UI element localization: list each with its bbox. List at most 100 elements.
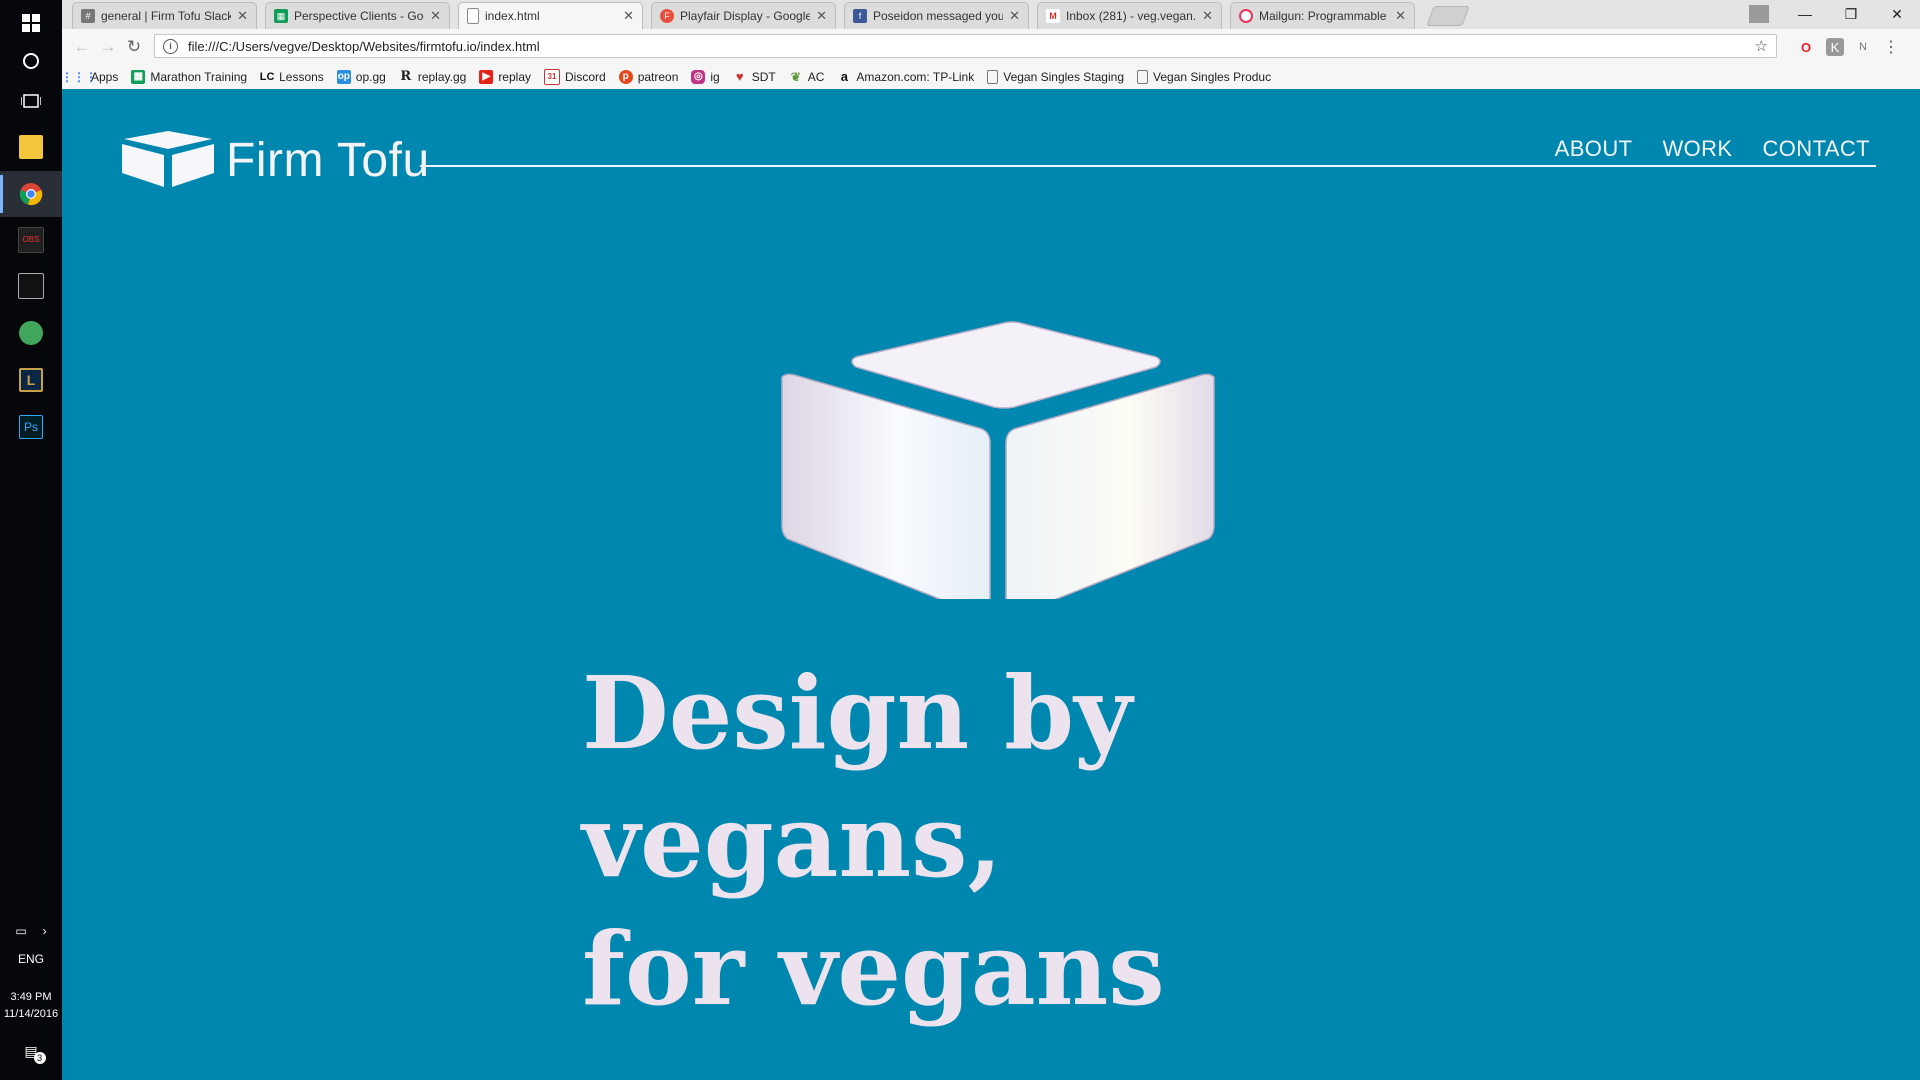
taskbar-photoshop[interactable]: Ps [0,404,62,450]
tab-mailgun[interactable]: Mailgun: Programmable ✕ [1230,2,1415,29]
bookmark-label: Vegan Singles Staging [1003,69,1124,84]
close-tab-icon[interactable]: ✕ [816,8,827,24]
info-icon[interactable]: i [163,38,178,54]
tab-gmail[interactable]: M Inbox (281) - veg.vegan. ✕ [1037,2,1222,29]
taskbar-terminal[interactable] [0,263,62,309]
minimize-button[interactable]: — [1782,0,1828,28]
taskbar-file-explorer[interactable] [0,124,62,170]
reload-icon: ↻ [126,37,142,56]
close-tab-icon[interactable]: ✕ [623,8,634,24]
restore-icon: ❐ [1844,5,1858,22]
close-tab-icon[interactable]: ✕ [1395,8,1406,24]
tray-language[interactable]: ENG [0,952,62,966]
tab-google-fonts[interactable]: F Playfair Display - Google ✕ [651,2,836,29]
bookmark-label: Vegan Singles Produc [1153,69,1272,84]
bookmark-amazon[interactable]: a Amazon.com: TP-Link [837,69,974,84]
bookmark-marathon-training[interactable]: ▦ Marathon Training [131,69,248,84]
webpage-content: Firm Tofu ABOUT WORK CONTACT Design by v… [62,89,1920,1080]
taskbar-league[interactable]: L [0,357,62,403]
arrow-right-icon: → [99,37,117,56]
bookmark-sdt[interactable]: ♥ SDT [733,69,776,84]
nav-contact-link[interactable]: CONTACT [1763,136,1871,162]
bookmark-label: Discord [565,69,606,84]
bookmark-replaygg[interactable]: R replay.gg [399,69,467,84]
close-tab-icon[interactable]: ✕ [1202,8,1213,24]
task-view-button[interactable] [0,78,62,124]
address-bar[interactable]: i file:///C:/Users/vegve/Desktop/Website… [154,34,1777,58]
taskbar-globe-app[interactable] [0,310,62,356]
page-icon [987,69,999,84]
tab-slack[interactable]: # general | Firm Tofu Slack ✕ [72,2,257,29]
new-tab-button[interactable] [1426,6,1470,26]
url-text: file:///C:/Users/vegve/Desktop/Websites/… [188,38,540,54]
bookmark-label: SDT [751,69,776,84]
tab-sheets[interactable]: ▦ Perspective Clients - Goo ✕ [265,2,450,29]
forward-button[interactable]: → [96,35,120,59]
tab-title: Inbox (281) - veg.vegan. [1066,9,1197,23]
tab-title: index.html [485,9,540,23]
windows-taskbar: OBS L Ps ▭ › ENG 3:49 PM 11/14/2016 ▤ 3 [0,0,62,1080]
reload-button[interactable]: ↻ [122,35,146,59]
star-bookmark-icon[interactable]: ☆ [1755,37,1768,55]
tray-date[interactable]: 11/14/2016 [0,1008,62,1020]
bookmark-patreon[interactable]: p patreon [618,69,678,84]
apps-grid-icon: ⋮⋮⋮ [61,69,97,84]
bookmark-opgg[interactable]: op op.gg [336,69,386,84]
arrow-left-icon: ← [73,37,91,56]
close-tab-icon[interactable]: ✕ [237,8,248,24]
nav-about-link[interactable]: ABOUT [1555,136,1633,162]
tray-icons: ▭ › [0,924,62,938]
sheets-icon: ▦ [131,69,146,84]
bookmarks-bar: ⋮⋮⋮ Apps ▦ Marathon Training LC Lessons … [61,64,1920,90]
hero-headline: Design by vegans, for vegans [582,649,1482,1033]
instagram-icon: ◎ [691,69,706,84]
bookmark-label: Lessons [279,69,324,84]
bookmark-ac[interactable]: ❦ AC [789,70,825,84]
action-center-button[interactable]: ▤ 3 [0,1043,62,1064]
mailgun-icon [1239,9,1253,23]
tab-facebook[interactable]: f Poseidon messaged you ✕ [844,2,1029,29]
close-window-button[interactable]: ✕ [1874,0,1920,28]
bookmark-ig[interactable]: ◎ ig [691,69,720,84]
profile-button[interactable] [1736,0,1782,28]
bookmark-replay[interactable]: ▶ replay [479,69,531,84]
windows-logo-icon [22,14,40,32]
replay-r-icon: R [400,69,412,84]
network-icon[interactable]: ▭ [15,924,26,938]
bookmark-discord[interactable]: 31 Discord [544,68,606,85]
obs-icon: OBS [18,227,44,253]
browser-toolbar: ← → ↻ i file:///C:/Users/vegve/Desktop/W… [62,29,1920,64]
site-brand[interactable]: Firm Tofu [226,133,430,188]
hero-headline-line-1: Design by vegans, [582,654,1133,900]
tab-title: Poseidon messaged you [873,9,1004,23]
cortana-circle-icon [23,53,39,69]
bookmark-vegan-singles-staging[interactable]: Vegan Singles Staging [987,69,1124,84]
globe-icon [19,321,43,345]
youtube-icon: ▶ [479,69,494,84]
tab-index-html[interactable]: index.html ✕ [458,2,643,29]
close-tab-icon[interactable]: ✕ [430,8,441,24]
chevron-right-icon[interactable]: › [43,924,47,938]
tab-title: Playfair Display - Google [680,9,811,23]
tab-strip: # general | Firm Tofu Slack ✕ ▦ Perspect… [62,0,1920,29]
bookmark-label: Marathon Training [150,69,248,84]
taskbar-chrome[interactable] [0,171,62,217]
tab-title: general | Firm Tofu Slack [101,9,232,23]
taskbar-obs[interactable]: OBS [0,217,62,263]
nav-work-link[interactable]: WORK [1662,136,1732,162]
menu-kebab-icon[interactable]: ⋮ [1882,38,1900,56]
k-extension-icon[interactable]: K [1826,38,1844,56]
back-button[interactable]: ← [70,35,94,59]
bookmark-apps[interactable]: ⋮⋮⋮ Apps [61,69,118,84]
restore-button[interactable]: ❐ [1828,0,1874,28]
hero-tofu-cube-icon [781,321,1215,599]
n-extension-icon[interactable]: N [1854,38,1872,56]
tofu-logo-icon[interactable] [120,129,216,189]
page-icon [1137,69,1148,84]
bookmark-label: replay.gg [417,69,467,84]
bookmark-vegan-singles-production[interactable]: Vegan Singles Produc [1137,69,1272,84]
opera-extension-icon[interactable]: O [1797,38,1815,56]
close-tab-icon[interactable]: ✕ [1009,8,1020,24]
bookmark-lessons[interactable]: LC Lessons [260,70,324,84]
tray-time[interactable]: 3:49 PM [0,991,62,1003]
